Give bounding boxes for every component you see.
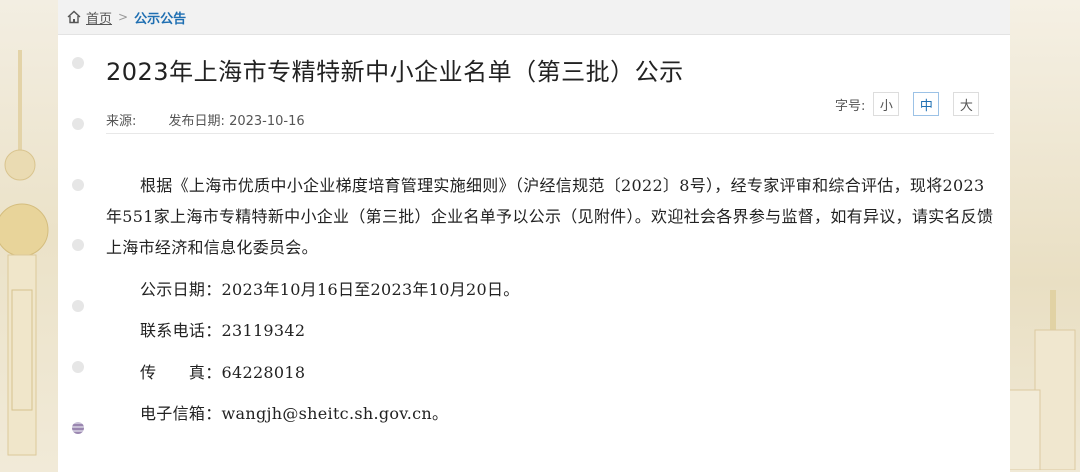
breadcrumb-separator: > [118, 10, 129, 24]
dot [72, 179, 84, 191]
dot [72, 57, 84, 69]
notice-date: 公示日期：2023年10月16日至2023年10月20日。 [140, 280, 520, 299]
font-size-medium-button[interactable]: 中 [913, 92, 940, 116]
font-size-large-button[interactable]: 大 [953, 92, 980, 116]
article-title: 2023年上海市专精特新中小企业名单（第三批）公示 [106, 58, 684, 86]
article-body: 根据《上海市优质中小企业梯度培育管理实施细则》（沪经信规范〔2022〕8号），经… [106, 170, 998, 423]
publish-date-label: 发布日期: [168, 114, 225, 129]
contact-fax: 传 真：64228018 [140, 363, 306, 382]
font-size-switcher: 字号: 小 中 大 [835, 92, 980, 116]
contact-phone: 联系电话：23119342 [140, 321, 306, 340]
dot [72, 239, 84, 251]
source-label: 来源: [106, 114, 137, 129]
dot [72, 118, 84, 130]
breadcrumb: 首页 > 公示公告 [58, 0, 1010, 35]
breadcrumb-current[interactable]: 公示公告 [134, 8, 186, 27]
divider [106, 133, 994, 134]
article-paragraph: 根据《上海市优质中小企业梯度培育管理实施细则》（沪经信规范〔2022〕8号），经… [106, 176, 994, 257]
contact-email: 电子信箱：wangjh@sheitc.sh.gov.cn。 [140, 404, 449, 423]
breadcrumb-home-link[interactable]: 首页 [86, 8, 112, 27]
article-meta: 来源: 发布日期: 2023-10-16 [106, 110, 305, 129]
font-size-small-button[interactable]: 小 [873, 92, 900, 116]
publish-date-value: 2023-10-16 [229, 114, 305, 129]
dot [72, 300, 84, 312]
font-size-label: 字号: [835, 98, 866, 114]
dot [72, 422, 84, 434]
dot [72, 361, 84, 373]
home-icon [67, 10, 81, 24]
